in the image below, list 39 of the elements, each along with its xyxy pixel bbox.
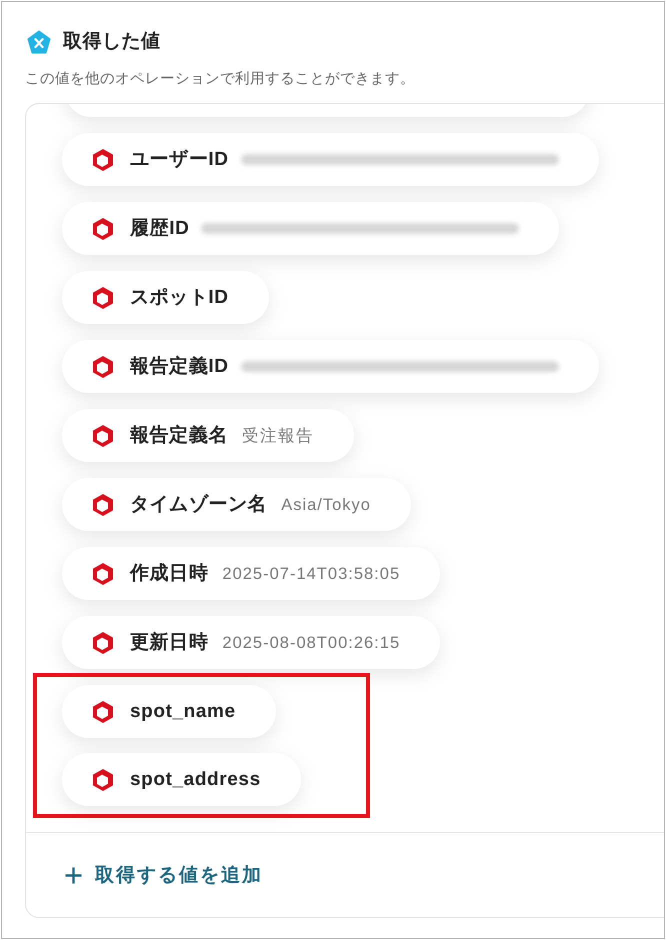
field-chip[interactable]: スポットID xyxy=(62,271,269,324)
field-chip[interactable]: 更新日時 2025-08-08T00:26:15 xyxy=(62,616,440,669)
field-chip[interactable]: 報告定義ID xyxy=(62,340,599,393)
field-chip[interactable]: spot_address xyxy=(62,753,301,806)
hexagon-icon xyxy=(93,148,113,170)
field-value: 受注報告 xyxy=(242,426,314,446)
field-value: Asia/Tokyo xyxy=(281,494,371,516)
hexagon-icon xyxy=(93,632,113,654)
field-label: spot_name xyxy=(130,700,236,724)
hexagon-icon xyxy=(93,218,113,240)
hexagon-icon xyxy=(93,494,113,516)
field-value: 2025-07-14T03:58:05 xyxy=(222,564,400,584)
field-value: 2025-08-08T00:26:15 xyxy=(222,632,400,654)
field-chip[interactable]: 履歴ID xyxy=(62,202,560,255)
section-description: この値を他のオペレーションで利用することができます。 xyxy=(25,70,416,89)
field-label: スポットID xyxy=(130,286,229,310)
field-label: 更新日時 xyxy=(130,630,208,654)
field-label: 履歴ID xyxy=(130,216,190,240)
add-value-button[interactable]: 取得する値を追加 xyxy=(65,862,263,888)
hexagon-icon xyxy=(93,700,113,722)
field-label: タイムゾーン名 xyxy=(130,492,268,516)
field-chip[interactable]: タイムゾーン名 Asia/Tokyo xyxy=(62,478,411,531)
field-label: 報告定義ID xyxy=(130,354,229,378)
hexagon-icon xyxy=(93,768,113,790)
hexagon-icon xyxy=(93,562,113,584)
field-chip[interactable]: 作成日時 2025-07-14T03:58:05 xyxy=(62,547,440,600)
field-chip[interactable]: ユーザーID xyxy=(62,133,599,186)
section-title: 取得した値 xyxy=(63,30,160,54)
field-label: 報告定義名 xyxy=(130,424,228,448)
field-chip[interactable]: 報告定義名 受注報告 xyxy=(62,409,354,462)
field-chip[interactable]: spot_name xyxy=(62,685,276,738)
hexagon-icon xyxy=(93,356,113,378)
hexagon-icon xyxy=(93,286,113,308)
hexagon-icon xyxy=(93,424,113,446)
plus-icon xyxy=(65,866,82,884)
pentagon-icon xyxy=(27,30,51,54)
field-label: 作成日時 xyxy=(130,562,208,586)
field-label: spot_address xyxy=(130,768,261,792)
field-label: ユーザーID xyxy=(130,148,229,172)
